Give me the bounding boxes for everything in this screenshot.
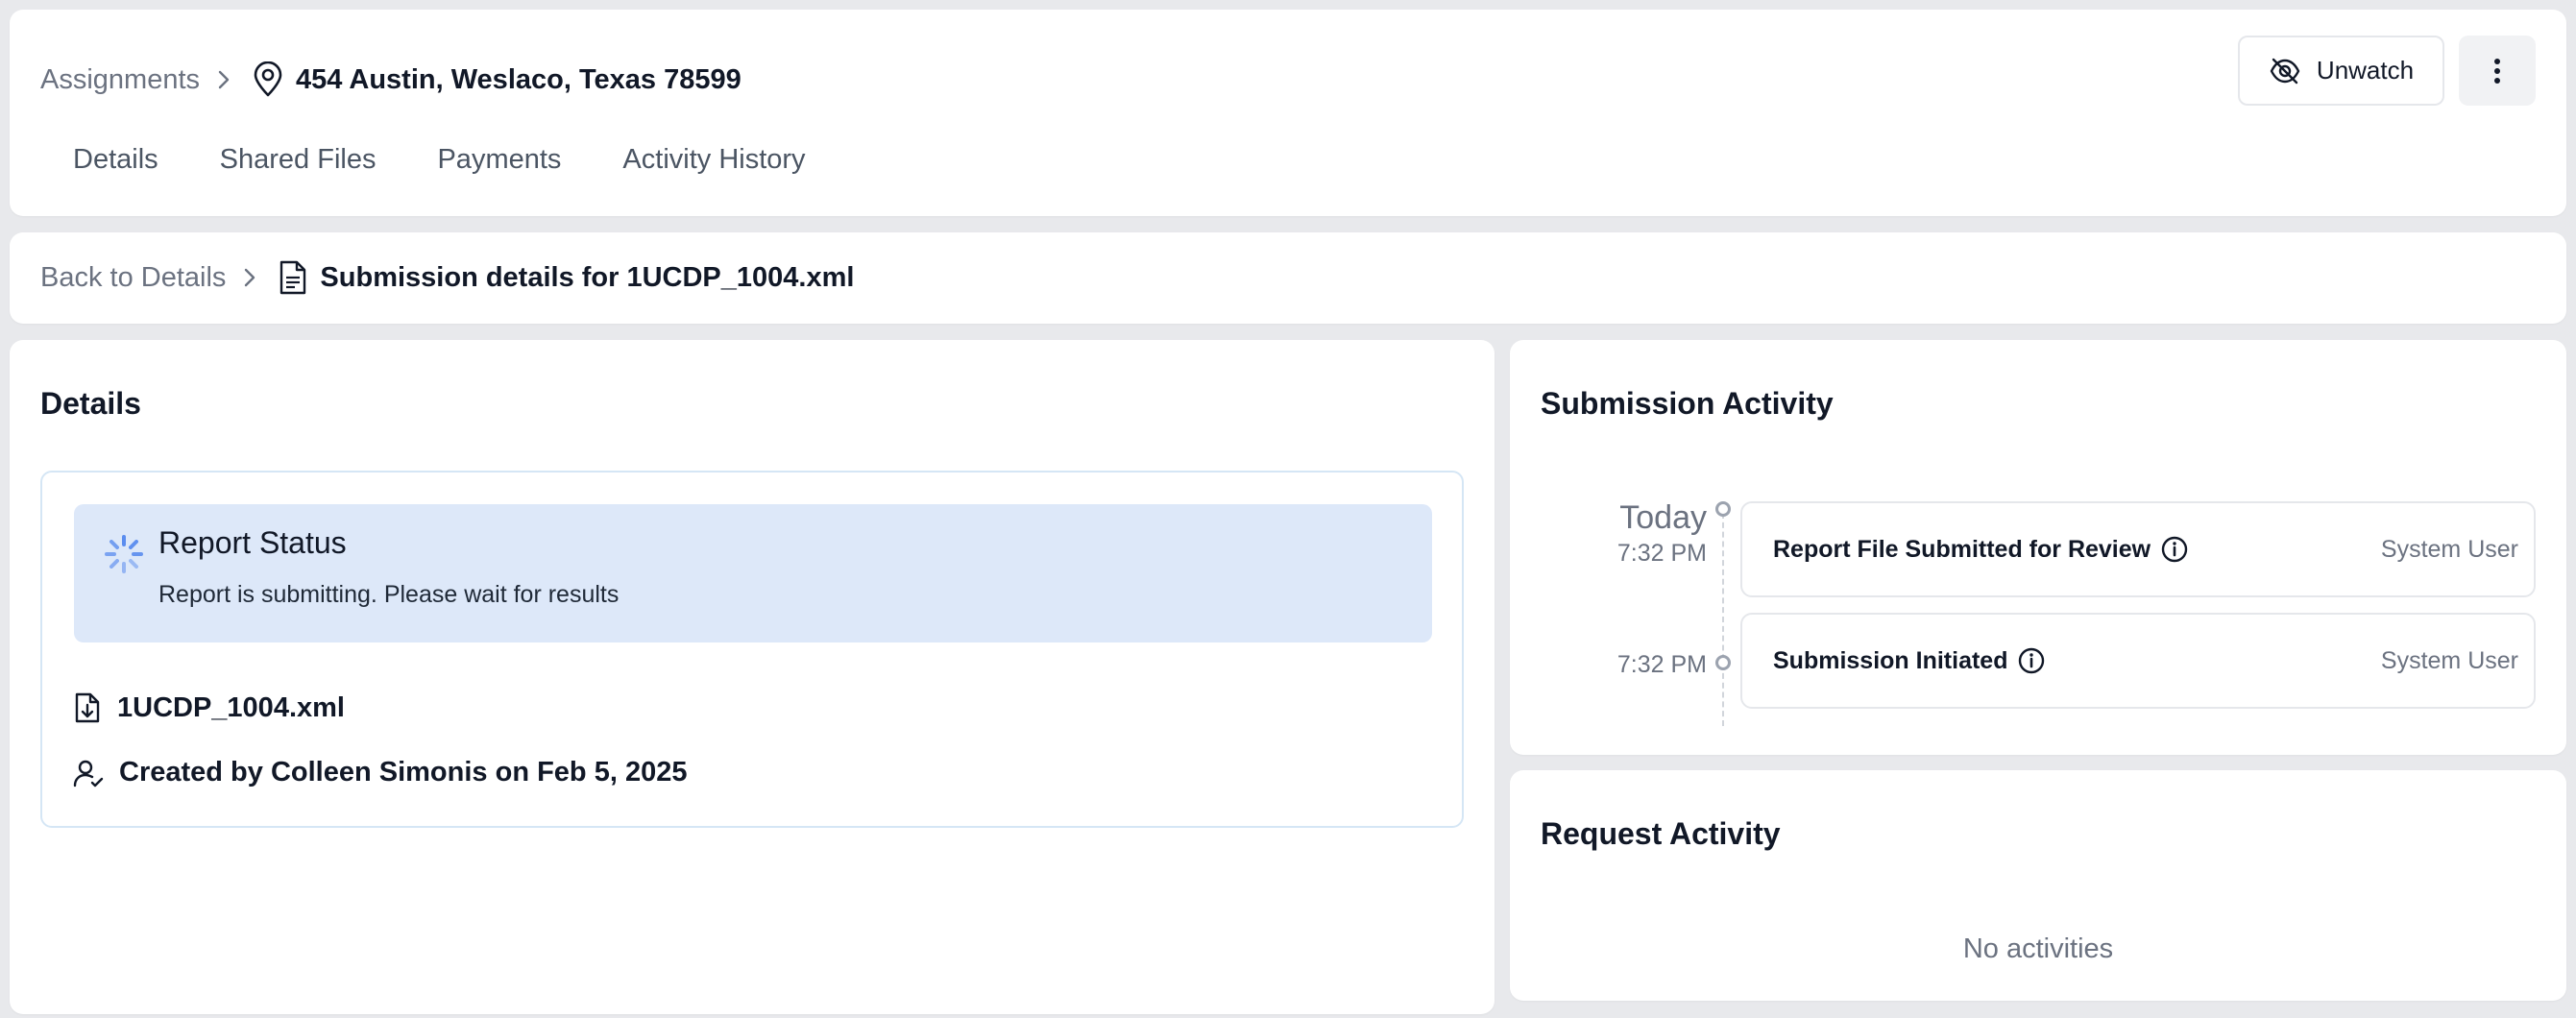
empty-state-text: No activities (1962, 933, 2114, 964)
eye-off-icon (2269, 57, 2301, 85)
document-icon (278, 259, 308, 296)
file-row: 1UCDP_1004.xml (73, 691, 345, 724)
info-icon[interactable] (2160, 535, 2189, 564)
request-activity-panel: Request Activity No activities (1510, 770, 2566, 1001)
report-status-title: Report Status (158, 525, 347, 560)
tab-payments[interactable]: Payments (437, 144, 561, 176)
more-vertical-icon (2493, 58, 2501, 85)
file-name: 1UCDP_1004.xml (117, 691, 345, 723)
loading-spinner-icon (103, 533, 145, 580)
report-status-banner: Report Status Report is submitting. Plea… (74, 504, 1432, 642)
breadcrumb: Assignments 454 Austin, Weslaco, Texas 7… (40, 58, 741, 102)
details-box: Report Status Report is submitting. Plea… (40, 471, 1464, 828)
submission-activity-heading: Submission Activity (1541, 386, 1834, 421)
activity-user: System User (2380, 646, 2518, 674)
timeline-dot (1715, 501, 1731, 517)
activity-title: Submission Initiated (1773, 646, 2008, 674)
submission-activity-panel: Submission Activity Today 7:32 PM 7:32 P… (1510, 340, 2566, 755)
more-options-button[interactable] (2459, 36, 2536, 106)
chevron-right-icon (217, 69, 231, 90)
details-heading: Details (40, 386, 141, 421)
activity-title: Report File Submitted for Review (1773, 535, 2151, 563)
sub-breadcrumb: Back to Details Submission details for 1… (40, 255, 854, 300)
activity-item: Report File Submitted for Review System … (1740, 501, 2536, 597)
activity-item: Submission Initiated System User (1740, 613, 2536, 709)
tab-shared-files[interactable]: Shared Files (220, 144, 377, 176)
file-download-icon (73, 691, 102, 724)
back-to-details-link[interactable]: Back to Details (40, 262, 226, 294)
timeline-line (1722, 513, 1724, 726)
submission-breadcrumb-bar: Back to Details Submission details for 1… (10, 232, 2566, 324)
assignment-header: Assignments 454 Austin, Weslaco, Texas 7… (10, 10, 2566, 216)
activity-user: System User (2380, 535, 2518, 563)
user-check-icon (73, 758, 104, 788)
chevron-right-icon (243, 267, 256, 288)
timeline-dot (1715, 655, 1731, 670)
activity-time: 7:32 PM (1616, 540, 1707, 567)
created-by-text: Created by Colleen Simonis on Feb 5, 202… (119, 757, 688, 788)
unwatch-label: Unwatch (2316, 56, 2415, 85)
tab-activity-history[interactable]: Activity History (622, 144, 805, 176)
tab-bar: Details Shared Files Payments Activity H… (73, 144, 867, 176)
details-panel: Details Report Status Report is submitti… (10, 340, 1495, 1014)
tab-details[interactable]: Details (73, 144, 158, 176)
report-status-message: Report is submitting. Please wait for re… (158, 581, 620, 608)
unwatch-button[interactable]: Unwatch (2238, 36, 2444, 106)
breadcrumb-assignments-link[interactable]: Assignments (40, 64, 200, 96)
day-label: Today (1619, 499, 1707, 536)
activity-title-row: Submission Initiated (1773, 615, 2046, 707)
created-by-row: Created by Colleen Simonis on Feb 5, 202… (73, 757, 687, 788)
map-pin-icon (252, 61, 284, 98)
submission-title: Submission details for 1UCDP_1004.xml (320, 261, 855, 293)
info-icon[interactable] (2017, 646, 2046, 675)
activity-time: 7:32 PM (1616, 651, 1707, 678)
activity-title-row: Report File Submitted for Review (1773, 503, 2189, 595)
page-title: 454 Austin, Weslaco, Texas 78599 (296, 63, 741, 95)
request-activity-heading: Request Activity (1541, 816, 1781, 851)
